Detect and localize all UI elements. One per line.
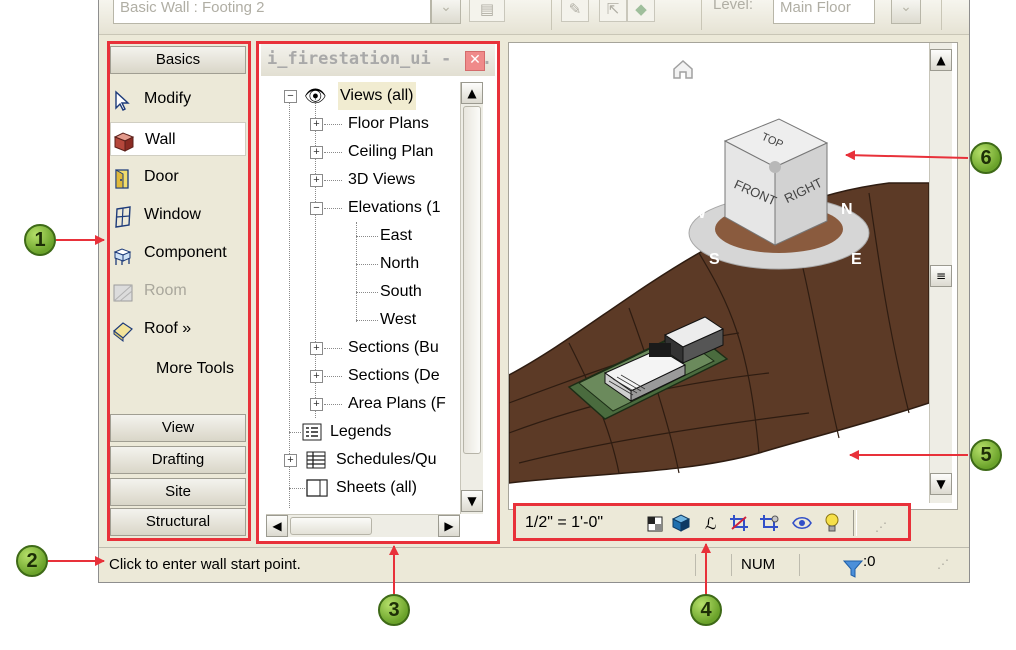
callout-2: 2	[16, 545, 48, 577]
callout-1: 1	[24, 224, 56, 256]
callout-6: 6	[970, 142, 1002, 174]
callout-arrows	[48, 150, 969, 595]
callout-5: 5	[970, 439, 1002, 471]
callout-4: 4	[690, 594, 722, 626]
callout-3: 3	[378, 594, 410, 626]
